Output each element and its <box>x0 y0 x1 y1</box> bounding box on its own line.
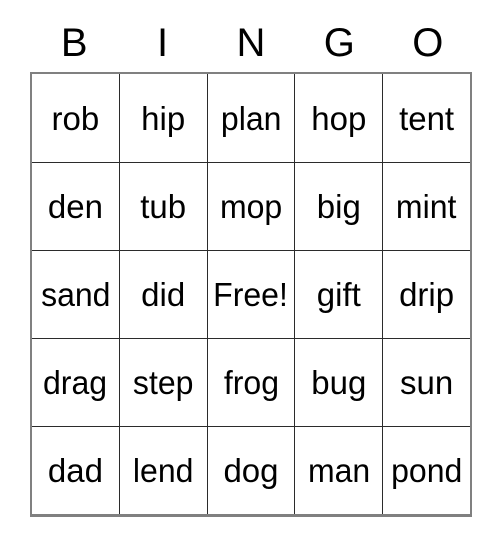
bingo-cell[interactable]: pond <box>383 426 470 514</box>
bingo-header-letter-g: G <box>323 21 355 65</box>
bingo-cell[interactable]: lend <box>119 426 208 514</box>
bingo-cell-label: tent <box>399 99 455 137</box>
bingo-header-letter-b: B <box>60 21 88 65</box>
bingo-row: den tub mop big mint <box>32 162 470 250</box>
bingo-cell-label: step <box>132 364 194 401</box>
bingo-grid: rob hip plan hop tent den tub mop big mi… <box>30 72 472 517</box>
bingo-cell-label: pond <box>390 452 463 489</box>
bingo-cell-label: plan <box>220 99 282 137</box>
bingo-cell-label: dad <box>47 452 103 489</box>
bingo-row: dad lend dog man pond <box>32 426 470 514</box>
bingo-cell[interactable]: big <box>295 162 384 250</box>
bingo-cell-label: sun <box>399 364 454 401</box>
bingo-cell[interactable]: gift <box>295 250 384 338</box>
bingo-cell-label: frog <box>223 364 279 401</box>
bingo-cell[interactable]: frog <box>207 338 296 426</box>
bingo-cell[interactable]: drip <box>383 250 470 338</box>
bingo-cell[interactable]: drag <box>32 338 120 426</box>
bingo-cell-label: bug <box>311 364 367 401</box>
bingo-cell-label: did <box>141 276 186 313</box>
bingo-cell-label: big <box>316 188 361 225</box>
bingo-cell[interactable]: tub <box>119 162 208 250</box>
bingo-cell[interactable]: sand <box>32 250 120 338</box>
bingo-cell[interactable]: hip <box>119 74 208 162</box>
bingo-cell-free-space[interactable]: Free! <box>207 250 296 338</box>
bingo-cell[interactable]: tent <box>383 74 470 162</box>
bingo-cell[interactable]: mop <box>207 162 296 250</box>
bingo-cell[interactable]: man <box>295 426 384 514</box>
bingo-row: rob hip plan hop tent <box>32 74 470 162</box>
bingo-cell[interactable]: did <box>119 250 208 338</box>
bingo-cell[interactable]: sun <box>383 338 470 426</box>
bingo-cell-label: man <box>307 452 370 489</box>
bingo-cell[interactable]: den <box>32 162 120 250</box>
bingo-cell[interactable]: hop <box>295 74 384 162</box>
bingo-header-letter-i: I <box>157 21 169 65</box>
bingo-cell-label: gift <box>316 276 361 313</box>
bingo-header-letter-o: O <box>412 21 444 65</box>
bingo-cell-label: drip <box>399 276 455 313</box>
bingo-row: drag step frog bug sun <box>32 338 470 426</box>
bingo-cell[interactable]: dog <box>207 426 296 514</box>
bingo-cell-label: sand <box>40 276 111 313</box>
bingo-cell-label: mop <box>219 188 283 225</box>
bingo-cell-label: mint <box>396 188 457 225</box>
bingo-cell-label: drag <box>43 364 108 401</box>
bingo-cell-label: hip <box>141 99 186 137</box>
bingo-card: B I N G O rob hip plan hop tent den tub … <box>30 14 472 517</box>
bingo-cell-label: rob <box>51 99 100 137</box>
bingo-cell-label: hop <box>311 99 367 137</box>
bingo-cell[interactable]: bug <box>295 338 384 426</box>
bingo-cell[interactable]: step <box>119 338 208 426</box>
bingo-cell[interactable]: mint <box>383 162 470 250</box>
bingo-cell-label: dog <box>223 452 279 489</box>
bingo-cell[interactable]: plan <box>207 74 296 162</box>
bingo-cell-label: lend <box>132 452 194 489</box>
bingo-cell-label: tub <box>140 188 187 225</box>
bingo-header-row: B I N G O <box>30 14 472 72</box>
bingo-cell[interactable]: dad <box>32 426 120 514</box>
bingo-header-letter-n: N <box>236 21 266 65</box>
bingo-cell-label: Free! <box>213 276 289 313</box>
bingo-cell-label: den <box>47 188 103 225</box>
bingo-row: sand did Free! gift drip <box>32 250 470 338</box>
bingo-cell[interactable]: rob <box>32 74 120 162</box>
